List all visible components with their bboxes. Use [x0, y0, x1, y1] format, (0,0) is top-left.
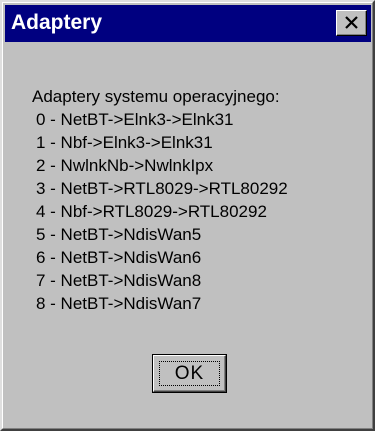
dialog-window: Adaptery Adaptery systemu operacyjnego: …: [0, 0, 375, 431]
dialog-title: Adaptery: [11, 11, 103, 34]
message-area: Adaptery systemu operacyjnego: 0 - NetBT…: [32, 85, 288, 315]
list-item: 7 - NetBT->NdisWan8: [36, 271, 202, 290]
list-item: 4 - Nbf->RTL8029->RTL80292: [36, 202, 267, 221]
list-item: 5 - NetBT->NdisWan5: [36, 225, 202, 244]
close-icon: [345, 16, 358, 29]
message-heading: Adaptery systemu operacyjnego:: [32, 87, 280, 106]
list-item: 2 - NwlnkNb->NwlnkIpx: [36, 156, 214, 175]
list-item: 3 - NetBT->RTL8029->RTL80292: [36, 179, 288, 198]
list-item: 8 - NetBT->NdisWan7: [36, 294, 202, 313]
ok-button[interactable]: OK: [152, 354, 227, 393]
close-button[interactable]: [336, 10, 367, 36]
adapter-list: 0 - NetBT->Elnk3->Elnk31 1 - Nbf->Elnk3-…: [32, 108, 288, 315]
list-item: 0 - NetBT->Elnk3->Elnk31: [36, 110, 234, 129]
list-item: 1 - Nbf->Elnk3->Elnk31: [36, 133, 213, 152]
ok-button-label: OK: [174, 363, 205, 384]
title-bar[interactable]: Adaptery: [5, 5, 371, 42]
list-item: 6 - NetBT->NdisWan6: [36, 248, 202, 267]
